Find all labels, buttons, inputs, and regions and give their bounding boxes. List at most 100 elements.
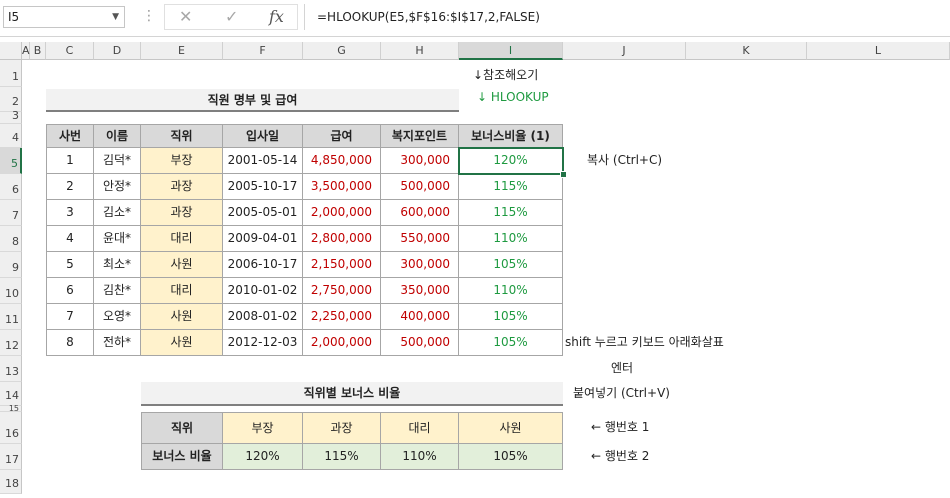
table1-header-5: 급여 (303, 124, 381, 148)
active-cell-selection[interactable] (458, 147, 564, 175)
table1-cell: 600,000 (381, 200, 459, 226)
table1-cell: 300,000 (381, 148, 459, 174)
table2-title: 직위별 보너스 비율 (141, 382, 563, 406)
row-header-5[interactable]: 5 (0, 148, 22, 174)
column-header-h[interactable]: H (381, 42, 459, 60)
row-header-16[interactable]: 16 (0, 412, 22, 444)
table1-title: 직원 명부 및 급여 (46, 89, 459, 112)
row-header-9[interactable]: 9 (0, 252, 22, 278)
table2-position-cell: 대리 (381, 412, 459, 444)
column-header-f[interactable]: F (223, 42, 303, 60)
table1-cell: 안정* (94, 174, 141, 200)
note-row-1: ← 행번호 1 (591, 420, 650, 434)
table1-cell: 오영* (94, 304, 141, 330)
column-header-b[interactable]: B (30, 42, 46, 60)
table1-cell: 2,150,000 (303, 252, 381, 278)
table2-position-cell: 부장 (223, 412, 303, 444)
row-header-12[interactable]: 12 (0, 330, 22, 356)
note-hlookup: ↓ HLOOKUP (477, 90, 549, 104)
column-header-i[interactable]: I (459, 42, 563, 60)
row-header-6[interactable]: 6 (0, 174, 22, 200)
table1-cell: 전하* (94, 330, 141, 356)
row-header-4[interactable]: 4 (0, 124, 22, 148)
row-header-7[interactable]: 7 (0, 200, 22, 226)
row-header-8[interactable]: 8 (0, 226, 22, 252)
table1-cell: 2005-05-01 (223, 200, 303, 226)
row-header-11[interactable]: 11 (0, 304, 22, 330)
column-header-g[interactable]: G (303, 42, 381, 60)
name-box-value: I5 (8, 10, 20, 24)
formula-buttons: ✕ ✓ fx (164, 4, 298, 30)
row-header-17[interactable]: 17 (0, 444, 22, 470)
table1-header-7: 보너스비율 (1) (459, 124, 563, 148)
table1-cell: 3 (46, 200, 94, 226)
note-enter: 엔터 (611, 361, 634, 375)
column-header-c[interactable]: C (46, 42, 94, 60)
column-header-a[interactable]: A (22, 42, 30, 60)
table1-cell: 4,850,000 (303, 148, 381, 174)
table1-cell: 300,000 (381, 252, 459, 278)
table1-cell: 550,000 (381, 226, 459, 252)
table1-cell: 5 (46, 252, 94, 278)
row-header-18[interactable]: 18 (0, 470, 22, 494)
table1-cell: 김덕* (94, 148, 141, 174)
table1-cell: 사원 (141, 252, 223, 278)
chevron-down-icon[interactable]: ▼ (112, 7, 119, 27)
enter-icon[interactable]: ✓ (225, 7, 238, 26)
table1-cell: 2,000,000 (303, 200, 381, 226)
table1-cell[interactable]: 105% (459, 304, 563, 330)
table1-cell: 500,000 (381, 174, 459, 200)
table1-cell: 부장 (141, 148, 223, 174)
insert-function-icon[interactable]: fx (269, 7, 284, 26)
table1-header-6: 복지포인트 (381, 124, 459, 148)
table1-cell: 2010-01-02 (223, 278, 303, 304)
table1-cell: 2006-10-17 (223, 252, 303, 278)
table1-cell: 2,750,000 (303, 278, 381, 304)
formula-input[interactable]: =HLOOKUP(E5,$F$16:$I$17,2,FALSE) (304, 4, 950, 30)
row-header-14[interactable]: 14 (0, 382, 22, 406)
table1-cell[interactable]: 105% (459, 330, 563, 356)
table1-header-2: 이름 (94, 124, 141, 148)
column-header-k[interactable]: K (686, 42, 807, 60)
column-header-d[interactable]: D (94, 42, 141, 60)
table1-cell: 2009-04-01 (223, 226, 303, 252)
table1-cell: 윤대* (94, 226, 141, 252)
table1-cell[interactable]: 110% (459, 226, 563, 252)
table1-cell: 2005-10-17 (223, 174, 303, 200)
row-header-3[interactable]: 3 (0, 110, 22, 124)
table1-cell[interactable]: 115% (459, 200, 563, 226)
table2-ratio-cell: 보너스 비율 (141, 444, 223, 470)
row-header-13[interactable]: 13 (0, 356, 22, 382)
note-row-2: ← 행번호 2 (591, 449, 650, 463)
row-header-10[interactable]: 10 (0, 278, 22, 304)
table1-cell: 과장 (141, 174, 223, 200)
table1-cell: 과장 (141, 200, 223, 226)
column-header-e[interactable]: E (141, 42, 223, 60)
table1-cell: 7 (46, 304, 94, 330)
table1-cell: 350,000 (381, 278, 459, 304)
table1-cell: 김찬* (94, 278, 141, 304)
fill-handle[interactable] (560, 171, 567, 178)
more-options-icon: ⋮ (142, 8, 156, 24)
formula-bar: I5 ▼ ⋮ ✕ ✓ fx =HLOOKUP(E5,$F$16:$I$17,2,… (0, 0, 950, 37)
table2-ratio-cell: 105% (459, 444, 563, 470)
column-header-l[interactable]: L (807, 42, 950, 60)
table1-cell[interactable]: 110% (459, 278, 563, 304)
select-all-corner[interactable] (0, 42, 22, 60)
table1-cell: 400,000 (381, 304, 459, 330)
table1-cell: 최소* (94, 252, 141, 278)
name-box[interactable]: I5 ▼ (3, 6, 125, 28)
table1-cell: 3,500,000 (303, 174, 381, 200)
table1-cell[interactable]: 115% (459, 174, 563, 200)
table2-ratio-cell: 110% (381, 444, 459, 470)
table1-cell: 1 (46, 148, 94, 174)
table1-cell: 2008-01-02 (223, 304, 303, 330)
cancel-icon[interactable]: ✕ (179, 7, 192, 26)
table1-cell[interactable]: 105% (459, 252, 563, 278)
table1-cell: 2001-05-14 (223, 148, 303, 174)
row-header-1[interactable]: 1 (0, 60, 22, 87)
table1-cell: 2 (46, 174, 94, 200)
column-header-j[interactable]: J (563, 42, 686, 60)
table1-cell: 2,250,000 (303, 304, 381, 330)
table1-cell: 사원 (141, 330, 223, 356)
